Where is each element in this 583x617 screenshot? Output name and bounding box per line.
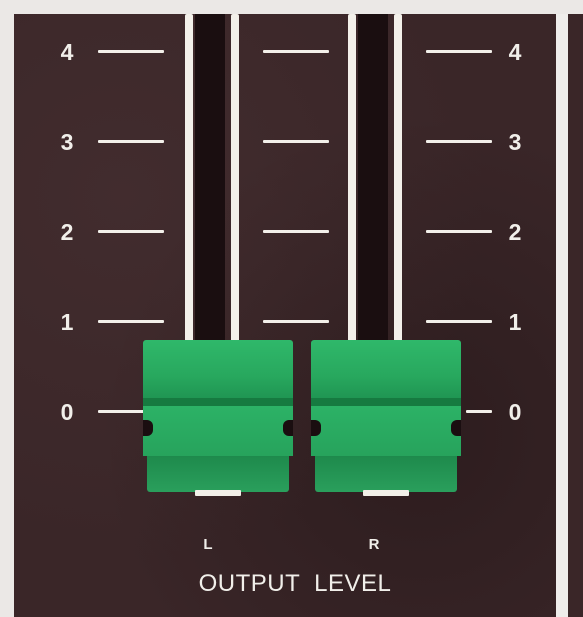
fader-knob-right[interactable] bbox=[311, 340, 461, 498]
fader-slot-right[interactable] bbox=[358, 14, 388, 344]
fader-knob-left[interactable] bbox=[143, 340, 293, 498]
tick-left-1 bbox=[98, 320, 164, 323]
scale-mark-right-4: 4 bbox=[508, 39, 522, 65]
output-level-caption: OUTPUT LEVEL bbox=[198, 570, 392, 597]
panel-edge bbox=[556, 14, 568, 617]
tick-left-3 bbox=[98, 140, 164, 143]
knob-skirt bbox=[315, 456, 457, 492]
knob-body bbox=[143, 406, 293, 456]
fader-rail-left-outer bbox=[185, 14, 193, 344]
knob-notch bbox=[283, 420, 293, 436]
knob-notch bbox=[311, 420, 321, 436]
tick-right-2 bbox=[426, 230, 492, 233]
scale-mark-right-2: 2 bbox=[508, 219, 522, 245]
tick-right-0 bbox=[466, 410, 492, 413]
scale-mark-right-0: 0 bbox=[508, 399, 522, 425]
scale-mark-right-3: 3 bbox=[508, 129, 522, 155]
knob-body bbox=[311, 406, 461, 456]
adjacent-panel bbox=[568, 14, 583, 617]
mixer-panel bbox=[14, 14, 556, 617]
channel-label-right: R bbox=[368, 536, 380, 553]
fader-rail-left-inner bbox=[231, 14, 239, 344]
channel-label-left: L bbox=[203, 536, 213, 553]
scale-mark-left-1: 1 bbox=[60, 309, 74, 335]
fader-rail-right-inner bbox=[348, 14, 356, 344]
tick-right-3 bbox=[426, 140, 492, 143]
knob-indicator bbox=[363, 490, 409, 496]
fader-slot-left[interactable] bbox=[195, 14, 225, 344]
scale-mark-left-3: 3 bbox=[60, 129, 74, 155]
tick-center-1 bbox=[263, 320, 329, 323]
scale-mark-left-4: 4 bbox=[60, 39, 74, 65]
scale-mark-left-2: 2 bbox=[60, 219, 74, 245]
tick-center-2 bbox=[263, 230, 329, 233]
knob-cap bbox=[143, 340, 293, 400]
tick-center-3 bbox=[263, 140, 329, 143]
tick-right-1 bbox=[426, 320, 492, 323]
knob-notch bbox=[451, 420, 461, 436]
scale-mark-right-1: 1 bbox=[508, 309, 522, 335]
tick-left-0 bbox=[98, 410, 144, 413]
tick-left-4 bbox=[98, 50, 164, 53]
knob-cap bbox=[311, 340, 461, 400]
tick-left-2 bbox=[98, 230, 164, 233]
scale-mark-left-0: 0 bbox=[60, 399, 74, 425]
tick-right-4 bbox=[426, 50, 492, 53]
knob-skirt bbox=[147, 456, 289, 492]
knob-indicator bbox=[195, 490, 241, 496]
tick-center-4 bbox=[263, 50, 329, 53]
fader-rail-right-outer bbox=[394, 14, 402, 344]
knob-notch bbox=[143, 420, 153, 436]
